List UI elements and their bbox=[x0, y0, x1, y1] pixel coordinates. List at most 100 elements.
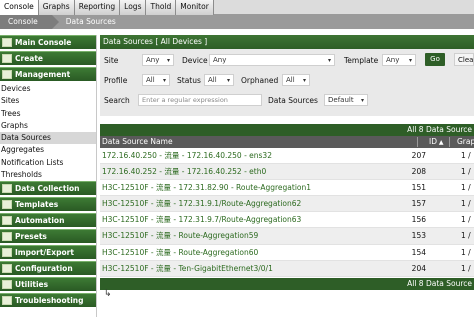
sidebar-section-main-console[interactable]: Main Console bbox=[0, 35, 96, 49]
sidebar-item-trees[interactable]: Trees bbox=[0, 108, 96, 120]
search-input[interactable]: Enter a regular expression bbox=[138, 94, 262, 106]
sidebar-section-label: Presets bbox=[15, 232, 47, 242]
tab-thold[interactable]: Thold bbox=[146, 0, 177, 15]
device-select[interactable]: Any ▾ bbox=[209, 54, 335, 66]
sort-ascending-icon: ▲ bbox=[437, 139, 444, 146]
sidebar-section-management[interactable]: Management bbox=[0, 67, 96, 81]
data-source-name-link[interactable]: 172.16.40.252 - 流量 - 172.16.40.252 - eth… bbox=[102, 164, 266, 180]
sidebar-section-import-export[interactable]: Import/Export bbox=[0, 245, 96, 260]
column-header-graphs[interactable]: Grap bbox=[457, 136, 474, 148]
breadcrumb-data-sources-label: Data Sources bbox=[65, 17, 116, 26]
data-source-graphs: 1 / bbox=[461, 247, 471, 257]
profile-select[interactable]: All ▾ bbox=[142, 74, 170, 86]
chevron-down-icon: ▾ bbox=[408, 57, 412, 64]
data-sources-select[interactable]: Default ▾ bbox=[324, 94, 368, 106]
go-button[interactable]: Go bbox=[425, 53, 445, 66]
data-source-name-link[interactable]: H3C-12510F - 流量 - 172.31.9.7/Route-Aggre… bbox=[102, 212, 301, 228]
presets-icon bbox=[2, 232, 12, 242]
troubleshooting-icon bbox=[2, 296, 12, 306]
table-nav-top: All 8 Data Source bbox=[100, 124, 474, 136]
data-source-name-link[interactable]: H3C-12510F - 流量 - Route-Aggregation60 bbox=[102, 245, 258, 261]
chevron-down-icon: ▾ bbox=[360, 97, 364, 104]
sidebar-item-devices[interactable]: Devices bbox=[0, 83, 96, 95]
sidebar-section-label: Create bbox=[15, 54, 44, 63]
tab-reporting[interactable]: Reporting bbox=[74, 0, 121, 15]
orphaned-select[interactable]: All ▾ bbox=[282, 74, 310, 86]
tab-logs[interactable]: Logs bbox=[120, 0, 147, 15]
data-source-graphs: 1 / bbox=[461, 151, 471, 160]
data-source-graphs: 1 / bbox=[461, 167, 471, 177]
data-source-name-link[interactable]: H3C-12510F - 流量 - 172.31.82.90 - Route-A… bbox=[102, 180, 311, 196]
data-source-name-link[interactable]: H3C-12510F - 流量 - 172.31.9.1/Route-Aggre… bbox=[102, 196, 301, 212]
return-arrow-icon[interactable]: ↳ bbox=[104, 289, 112, 299]
status-label: Status bbox=[177, 76, 201, 85]
table-row[interactable]: H3C-12510F - 流量 - Route-Aggregation60 15… bbox=[100, 245, 474, 261]
sidebar-section-configuration[interactable]: Configuration bbox=[0, 261, 96, 276]
sidebar-item-aggregates[interactable]: Aggregates bbox=[0, 144, 96, 156]
sidebar-item-data-sources[interactable]: Data Sources bbox=[0, 132, 96, 145]
data-source-id: 154 bbox=[411, 247, 426, 257]
site-label: Site bbox=[104, 56, 119, 65]
profile-label: Profile bbox=[104, 76, 128, 85]
column-header-name[interactable]: Data Source Name bbox=[102, 136, 173, 148]
sidebar-item-thresholds[interactable]: Thresholds bbox=[0, 169, 96, 181]
sidebar: Main Console Create Management Devices S… bbox=[0, 35, 96, 317]
device-label: Device bbox=[182, 56, 208, 65]
sidebar-section-label: Management bbox=[15, 70, 71, 79]
top-tab-bar: Console Graphs Reporting Logs Thold Moni… bbox=[0, 0, 474, 15]
create-icon bbox=[2, 54, 12, 63]
tab-console[interactable]: Console bbox=[0, 0, 39, 15]
templates-icon bbox=[2, 200, 12, 210]
data-source-name-link[interactable]: 172.16.40.250 - 流量 - 172.16.40.250 - ens… bbox=[102, 148, 272, 164]
sidebar-section-utilities[interactable]: Utilities bbox=[0, 277, 96, 292]
chevron-down-icon: ▾ bbox=[226, 77, 230, 84]
sidebar-section-data-collection[interactable]: Data Collection bbox=[0, 181, 96, 196]
sidebar-section-automation[interactable]: Automation bbox=[0, 213, 96, 228]
sidebar-section-troubleshooting[interactable]: Troubleshooting bbox=[0, 293, 96, 308]
sidebar-item-notification-lists[interactable]: Notification Lists bbox=[0, 157, 96, 169]
sidebar-section-label: Automation bbox=[15, 216, 65, 226]
data-source-graphs: 1 / bbox=[461, 263, 471, 273]
table-row[interactable]: H3C-12510F - 流量 - Ten-GigabitEthernet3/0… bbox=[100, 260, 474, 277]
data-source-id: 207 bbox=[411, 151, 426, 160]
data-source-graphs: 1 / bbox=[461, 215, 471, 225]
clear-button[interactable]: Clea bbox=[454, 53, 474, 66]
template-select[interactable]: Any ▾ bbox=[382, 54, 416, 66]
sidebar-section-label: Templates bbox=[15, 200, 59, 210]
home-icon bbox=[2, 38, 12, 47]
sidebar-section-presets[interactable]: Presets bbox=[0, 229, 96, 244]
main-content: Data Sources [ All Devices ] Site Any ▾ … bbox=[100, 35, 474, 290]
table-row[interactable]: H3C-12510F - 流量 - Route-Aggregation59 15… bbox=[100, 228, 474, 245]
sidebar-divider[interactable] bbox=[96, 35, 97, 317]
filter-title: Data Sources [ All Devices ] bbox=[100, 35, 474, 49]
table-row[interactable]: 172.16.40.250 - 流量 - 172.16.40.250 - ens… bbox=[100, 148, 474, 165]
tab-graphs[interactable]: Graphs bbox=[38, 0, 75, 15]
table-nav-bottom: All 8 Data Source bbox=[100, 277, 474, 290]
chevron-down-icon: ▾ bbox=[302, 77, 306, 84]
table-row[interactable]: H3C-12510F - 流量 - 172.31.9.1/Route-Aggre… bbox=[100, 196, 474, 213]
sidebar-section-create[interactable]: Create bbox=[0, 51, 96, 65]
sidebar-section-label: Utilities bbox=[15, 280, 49, 290]
sidebar-section-label: Main Console bbox=[15, 38, 72, 47]
site-select-value: Any bbox=[146, 56, 160, 64]
chevron-down-icon: ▾ bbox=[327, 57, 331, 64]
table-row[interactable]: H3C-12510F - 流量 - 172.31.82.90 - Route-A… bbox=[100, 180, 474, 197]
data-source-name-link[interactable]: H3C-12510F - 流量 - Route-Aggregation59 bbox=[102, 228, 258, 244]
column-divider bbox=[417, 137, 418, 147]
tab-monitor[interactable]: Monitor bbox=[176, 0, 214, 15]
automation-icon bbox=[2, 216, 12, 226]
sidebar-section-templates[interactable]: Templates bbox=[0, 197, 96, 212]
sidebar-item-graphs[interactable]: Graphs bbox=[0, 120, 96, 132]
data-source-name-link[interactable]: H3C-12510F - 流量 - Ten-GigabitEthernet3/0… bbox=[102, 261, 273, 277]
breadcrumb-arrow-icon bbox=[51, 15, 59, 29]
data-source-id: 157 bbox=[411, 199, 426, 209]
status-select[interactable]: All ▾ bbox=[204, 74, 234, 86]
table-row[interactable]: H3C-12510F - 流量 - 172.31.9.7/Route-Aggre… bbox=[100, 212, 474, 229]
sidebar-item-sites[interactable]: Sites bbox=[0, 95, 96, 107]
table-row[interactable]: 172.16.40.252 - 流量 - 172.16.40.252 - eth… bbox=[100, 164, 474, 181]
data-source-id: 204 bbox=[411, 263, 426, 273]
breadcrumb-console[interactable]: Console bbox=[0, 15, 59, 29]
site-select[interactable]: Any ▾ bbox=[142, 54, 174, 66]
management-icon bbox=[2, 70, 12, 79]
spacer bbox=[100, 116, 474, 124]
